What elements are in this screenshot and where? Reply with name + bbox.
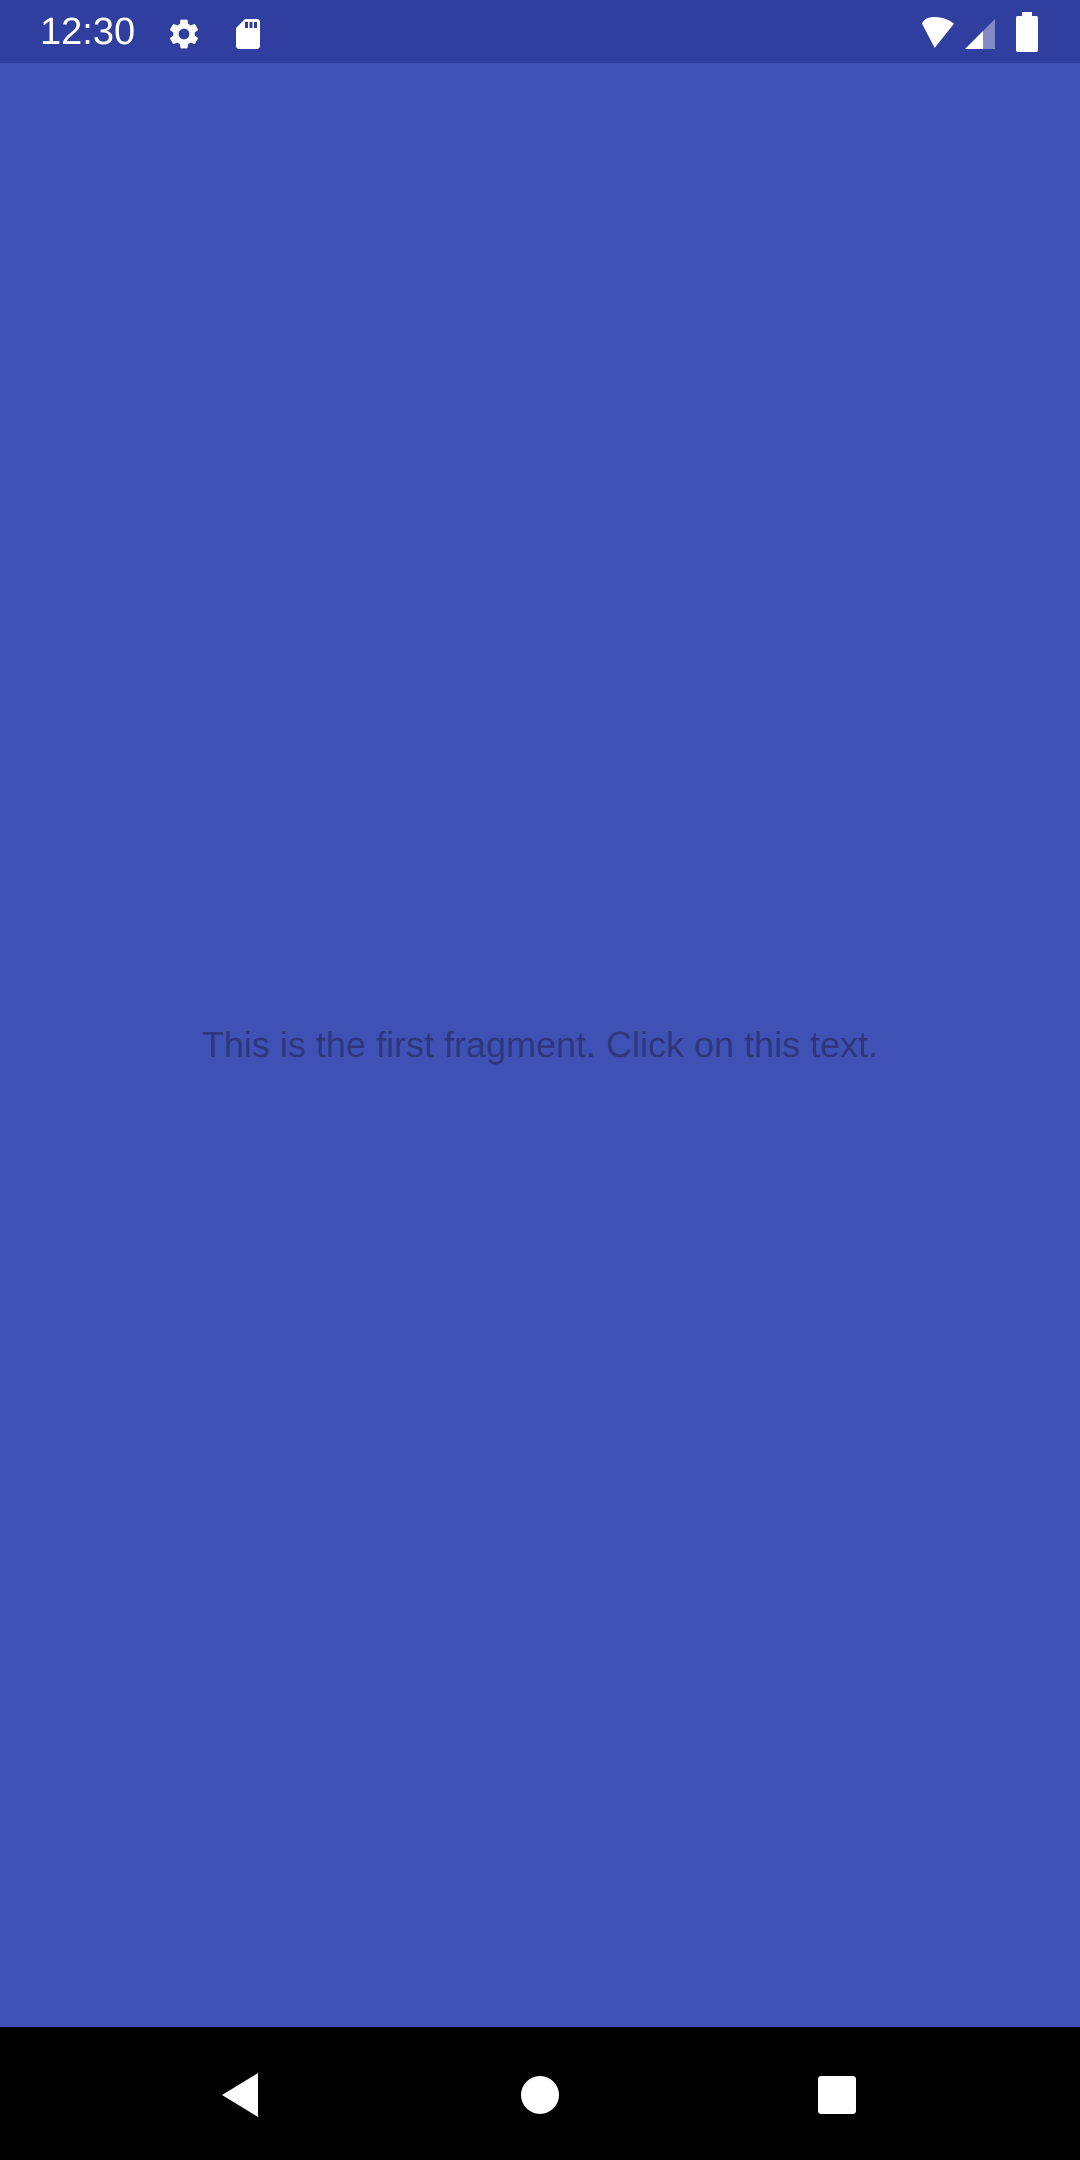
back-icon [222,2073,258,2117]
fragment-container: This is the first fragment. Click on thi… [0,63,1080,2027]
home-icon [521,2076,559,2114]
sd-card-icon [230,16,266,52]
back-button[interactable] [208,2063,272,2127]
status-time: 12:30 [40,11,136,53]
fragment-message[interactable]: This is the first fragment. Click on thi… [0,1023,1080,1067]
home-button[interactable] [508,2063,572,2127]
recents-icon [818,2076,856,2114]
wifi-icon [918,14,958,50]
app-screen: 12:30 This is the first fragment. Click … [0,0,1080,2160]
recents-button[interactable] [805,2063,869,2127]
status-bar: 12:30 [0,0,1080,63]
navigation-bar [0,2027,1080,2160]
cell-signal-icon [962,16,998,52]
gear-icon [166,16,202,52]
battery-icon [1016,12,1038,52]
